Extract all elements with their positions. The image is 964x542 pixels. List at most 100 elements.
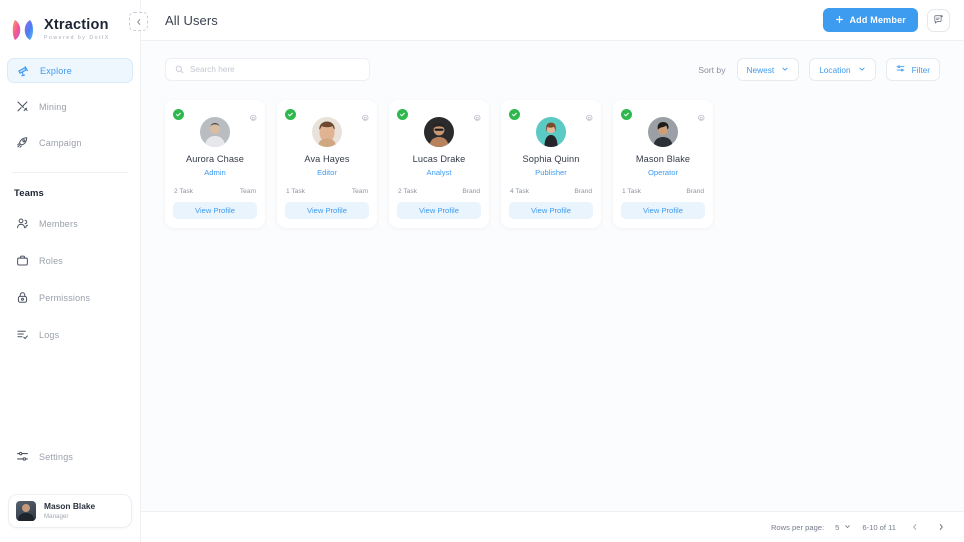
sort-value: Newest: [746, 64, 775, 75]
topbar: All Users Add Member: [129, 0, 964, 41]
add-member-button[interactable]: Add Member: [823, 8, 918, 32]
check-circle-icon: [285, 109, 296, 120]
gear-icon[interactable]: [473, 109, 482, 127]
main-content: All Users Add Member Search here Sort by…: [129, 0, 964, 542]
sidebar-item-label: Explore: [40, 65, 72, 76]
app-window: Xtraction Powered by DotIX Explore Minin…: [0, 0, 964, 542]
pagination-footer: Rows per page: 5 6-10 of 11: [141, 511, 964, 542]
user-name: Ava Hayes: [304, 154, 350, 164]
chevron-left-icon: [912, 524, 916, 530]
search-input[interactable]: [190, 65, 360, 74]
rows-per-page-select[interactable]: 5: [835, 523, 851, 532]
message-notification-button[interactable]: [927, 8, 950, 32]
user-group: Brand: [686, 188, 704, 195]
chevron-down-icon: [781, 65, 789, 75]
sidebar-item-roles[interactable]: Roles: [7, 248, 133, 273]
sidebar-item-mining[interactable]: Mining: [7, 94, 133, 119]
user-card[interactable]: Mason Blake Operator 1 Task Brand View P…: [613, 100, 713, 228]
pagination-next-button[interactable]: [933, 520, 948, 535]
lock-icon: [15, 291, 29, 305]
sidebar: Xtraction Powered by DotIX Explore Minin…: [0, 0, 141, 542]
sidebar-item-label: Roles: [39, 255, 64, 266]
user-card[interactable]: Aurora Chase Admin 2 Task Team View Prof…: [165, 100, 265, 228]
message-notification-icon: [933, 13, 944, 28]
gear-icon[interactable]: [697, 109, 706, 127]
user-name: Aurora Chase: [186, 154, 244, 164]
list-check-icon: [15, 328, 29, 342]
view-profile-button[interactable]: View Profile: [397, 202, 481, 219]
view-profile-button[interactable]: View Profile: [285, 202, 369, 219]
user-group: Team: [351, 188, 368, 195]
user-name: Mason Blake: [635, 154, 691, 164]
content-toolbar: Sort by Newest Location: [141, 41, 964, 81]
sidebar-teams-nav: Members Roles Permissions Logs: [0, 199, 140, 359]
view-profile-button[interactable]: View Profile: [173, 202, 257, 219]
user-group: Brand: [462, 188, 480, 195]
user-card[interactable]: Lucas Drake Analyst 2 Task Brand View Pr…: [389, 100, 489, 228]
sidebar-item-label: Permissions: [39, 292, 91, 303]
tools-icon: [15, 100, 29, 114]
user-role: Admin: [204, 168, 226, 177]
user-cards-grid: Aurora Chase Admin 2 Task Team View Prof…: [141, 81, 964, 228]
sidebar-main-nav: Explore Mining Campaign: [0, 46, 140, 166]
pagination-range: 6-10 of 11: [862, 522, 896, 532]
sidebar-item-explore[interactable]: Explore: [7, 58, 133, 83]
avatar: [312, 117, 342, 147]
user-role: Publisher: [535, 168, 567, 177]
user-role: Operator: [648, 168, 678, 177]
avatar: [648, 117, 678, 147]
filter-button[interactable]: Filter: [885, 58, 940, 81]
brand-name: Xtraction: [44, 17, 109, 34]
user-tasks: 4 Task: [510, 188, 529, 195]
sidebar-item-settings[interactable]: Settings: [7, 444, 133, 469]
avatar: [16, 501, 36, 521]
search-box[interactable]: [165, 58, 370, 81]
pagination-prev-button[interactable]: [907, 520, 922, 535]
filter-icon: [896, 64, 905, 75]
user-name: Sophia Quinn: [522, 154, 580, 164]
view-profile-button[interactable]: View Profile: [509, 202, 593, 219]
chevron-down-icon: [858, 65, 866, 75]
avatar: [424, 117, 454, 147]
sidebar-account-card[interactable]: Mason Blake Manager: [8, 494, 132, 528]
user-tasks: 1 Task: [286, 188, 305, 195]
account-role: Manager: [44, 512, 69, 520]
sidebar-collapse-button[interactable]: [129, 12, 148, 31]
chevron-right-icon: [939, 524, 943, 530]
sort-by-label: Sort by: [698, 64, 726, 75]
sidebar-item-label: Settings: [39, 451, 74, 462]
page-title: All Users: [165, 12, 218, 28]
sidebar-bottom-nav: Settings: [0, 444, 140, 480]
rows-per-page-label: Rows per page:: [770, 522, 825, 532]
check-circle-icon: [397, 109, 408, 120]
add-member-label: Add Member: [849, 15, 906, 25]
user-tasks: 2 Task: [398, 188, 417, 195]
user-tasks: 2 Task: [174, 188, 193, 195]
sidebar-item-permissions[interactable]: Permissions: [7, 285, 133, 310]
search-icon: [175, 61, 184, 79]
user-role: Analyst: [426, 168, 452, 177]
location-dropdown[interactable]: Location: [809, 58, 876, 81]
sidebar-item-label: Campaign: [39, 137, 82, 148]
filter-label: Filter: [911, 64, 930, 75]
sidebar-item-label: Members: [39, 218, 78, 229]
sidebar-section-teams: Teams: [14, 188, 44, 199]
plus-icon: [835, 15, 844, 26]
rocket-icon: [15, 136, 29, 150]
view-profile-button[interactable]: View Profile: [621, 202, 705, 219]
gear-icon[interactable]: [361, 109, 370, 127]
sidebar-item-members[interactable]: Members: [7, 211, 133, 236]
check-circle-icon: [509, 109, 520, 120]
user-card[interactable]: Sophia Quinn Publisher 4 Task Brand View…: [501, 100, 601, 228]
brand-logo[interactable]: Xtraction Powered by DotIX: [0, 0, 140, 46]
sliders-icon: [15, 450, 29, 464]
user-card[interactable]: Ava Hayes Editor 1 Task Team View Profil…: [277, 100, 377, 228]
account-name: Mason Blake: [44, 501, 96, 512]
sidebar-item-logs[interactable]: Logs: [7, 322, 133, 347]
sidebar-item-campaign[interactable]: Campaign: [7, 130, 133, 155]
chevron-down-icon: [844, 523, 851, 532]
user-tasks: 1 Task: [622, 188, 641, 195]
sort-dropdown[interactable]: Newest: [736, 58, 800, 81]
gear-icon[interactable]: [585, 109, 594, 127]
gear-icon[interactable]: [249, 109, 258, 127]
